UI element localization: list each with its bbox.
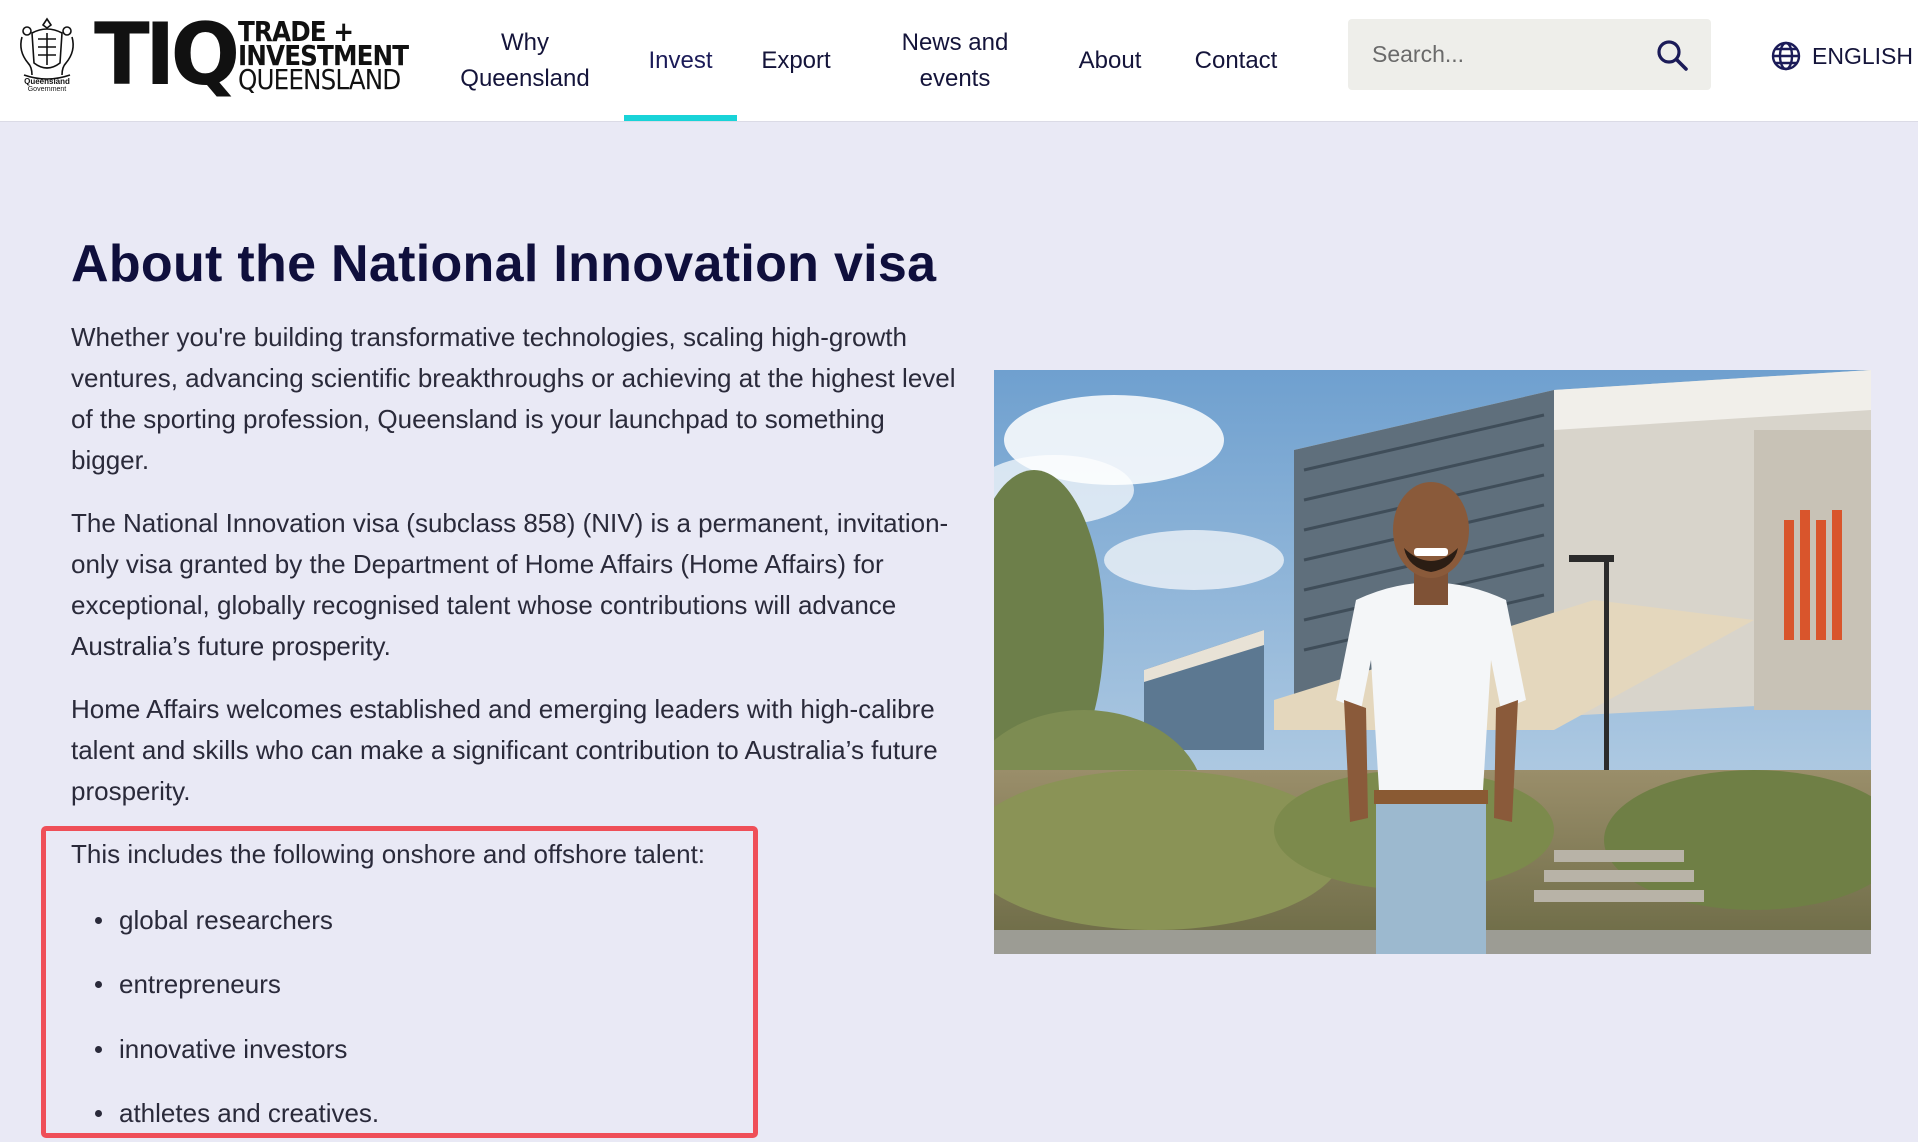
visa-description-paragraph: The National Innovation visa (subclass 8… [71, 508, 949, 661]
nav-why-queensland-label: Why Queensland [460, 28, 590, 92]
list-item: global researchers [92, 900, 692, 940]
list-item: innovative investors [92, 1029, 692, 1069]
tiq-mark: TIQ [94, 5, 240, 105]
nav-invest-label: Invest [648, 46, 713, 74]
search-input[interactable] [1372, 19, 1642, 90]
list-item: entrepreneurs [92, 964, 692, 1004]
language-label: ENGLISH [1812, 42, 1913, 69]
search-icon[interactable] [1655, 38, 1689, 72]
nav-news-and-events[interactable]: News and events [880, 0, 1030, 121]
bullet-icon [95, 1110, 102, 1117]
nav-export-label: Export [761, 46, 831, 74]
bullet-icon [95, 981, 102, 988]
list-item-text: athletes and creatives. [119, 1098, 380, 1128]
bullet-icon [95, 917, 102, 924]
nav-export[interactable]: Export [752, 0, 840, 121]
nav-news-and-events-label: News and events [901, 28, 1009, 92]
talent-intro: This includes the following onshore and … [71, 839, 706, 869]
crest-line-1: Queensland [24, 77, 70, 86]
list-item: athletes and creatives. [92, 1093, 692, 1133]
hero-image [994, 370, 1871, 954]
home-affairs-paragraph: Home Affairs welcomes established and em… [71, 694, 938, 806]
tiq-word-3: QUEENSLAND [238, 63, 401, 96]
site-header: Queensland Government TIQ TRADE + INVEST… [0, 0, 1918, 121]
language-selector[interactable]: ENGLISH [1770, 36, 1913, 76]
tiq-wordmark: TRADE + INVESTMENT QUEENSLAND [238, 18, 431, 96]
nav-contact[interactable]: Contact [1186, 0, 1286, 121]
globe-icon [1771, 41, 1801, 71]
list-item-text: innovative investors [119, 1034, 348, 1064]
nav-about[interactable]: About [1070, 0, 1150, 121]
crest-line-2: Government [27, 86, 67, 93]
nav-about-label: About [1078, 46, 1142, 74]
page-title: About the National Innovation visa [71, 235, 937, 293]
search-bar [1348, 19, 1711, 90]
nav-active-indicator [624, 115, 737, 121]
nav-invest[interactable]: Invest [624, 0, 737, 121]
list-item-text: entrepreneurs [119, 969, 281, 999]
intro-paragraph: Whether you're building transformative t… [71, 322, 956, 475]
nav-contact-label: Contact [1194, 46, 1278, 74]
hero-illustration [994, 370, 1871, 954]
nav-why-queensland[interactable]: Why Queensland [450, 0, 600, 121]
bullet-icon [95, 1046, 102, 1053]
list-item-text: global researchers [119, 905, 333, 935]
